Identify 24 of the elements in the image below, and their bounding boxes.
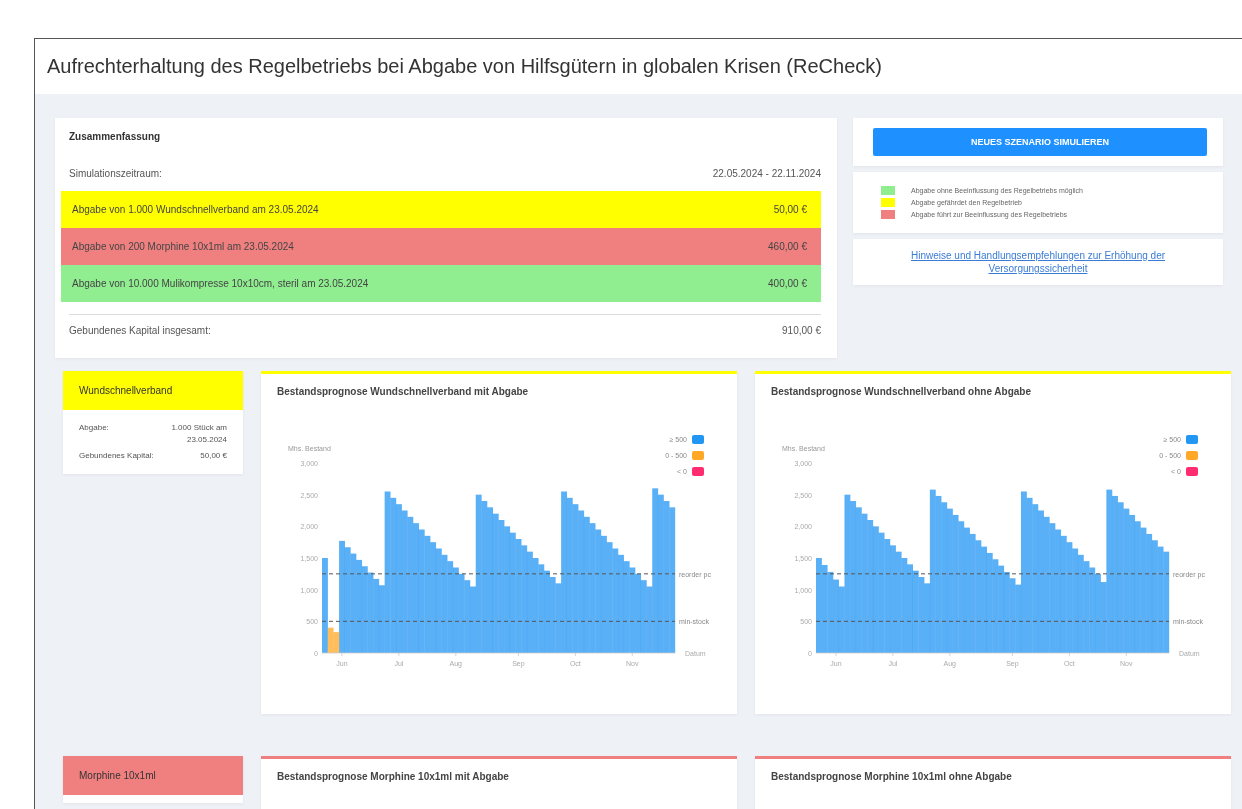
release-text: Abgabe von 200 Morphine 10x1ml am 23.05.2024 <box>72 241 294 252</box>
chart-title: Bestandsprognose Wundschnellverband ohne Abgabe <box>771 386 1033 397</box>
total-value: 910,00 € <box>782 325 821 336</box>
chart-title: Bestandsprognose Morphine 10x1ml ohne Abgabe <box>771 771 1013 782</box>
release-text: Abgabe von 1.000 Wundschnellverband am 23.05.2024 <box>72 204 319 215</box>
detail-value: 50,00 € <box>199 450 227 462</box>
detail-value: 1.000 Stück am 23.05.2024 <box>170 422 227 446</box>
total-label: Gebundenes Kapital insgesamt: <box>69 325 211 336</box>
release-amount: 460,00 € <box>768 241 807 252</box>
recommendations-link[interactable]: Hinweise und Handlungsempfehlungen zur Erhöhung der Versorgungssicherheit <box>893 249 1183 275</box>
release-text: Abgabe von 10.000 Mulikompresse 10x10cm, steril am 23.05.2024 <box>72 278 369 289</box>
release-amount: 400,00 € <box>768 278 807 289</box>
page-title: Aufrechterhaltung des Regelbetriebs bei Abgabe von Hilfsgütern in globalen Krisen (ReCheck) <box>47 55 882 78</box>
product-name: Wundschnellverband <box>63 371 243 410</box>
chart-title: Bestandsprognose Wundschnellverband mit Abgabe <box>277 386 530 397</box>
release-amount: 50,00 € <box>773 204 807 215</box>
detail-label: Abgabe: <box>79 422 110 434</box>
detail-label: Gebundenes Kapital: <box>79 450 155 462</box>
chart-title: Bestandsprognose Morphine 10x1ml mit Abgabe <box>277 771 510 782</box>
simulate-button[interactable]: NEUES SZENARIO SIMULIEREN <box>873 128 1207 156</box>
period-value: 22.05.2024 - 22.11.2024 <box>712 168 821 179</box>
period-label: Simulationszeitraum: <box>69 168 162 179</box>
product-name: Morphine 10x1ml <box>63 756 243 795</box>
card-heading: Zusammenfassung <box>68 130 162 144</box>
